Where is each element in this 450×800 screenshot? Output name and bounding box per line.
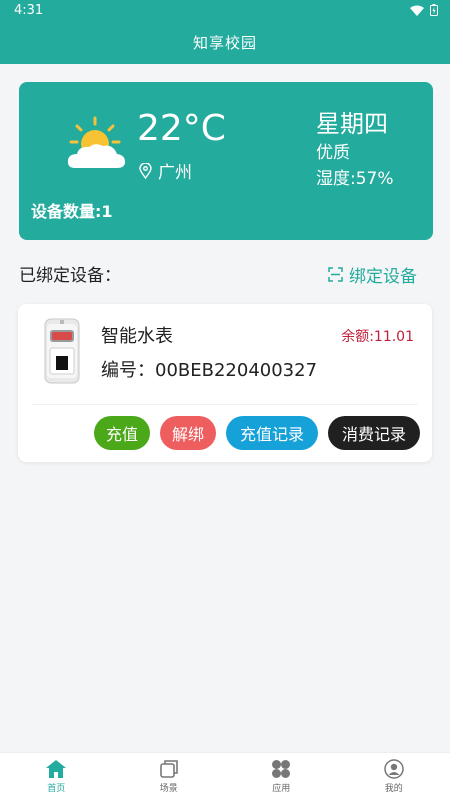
app-title: 知享校园 xyxy=(192,34,257,52)
tab-profile[interactable]: 我的 xyxy=(338,753,450,800)
device-card[interactable]: 智能水表 余额:11.01 编号：00BEB220400327 充值 解绑 充值… xyxy=(18,304,432,462)
bottom-tab-bar: 首页 场景 应用 我的 xyxy=(0,752,450,800)
consume-record-button[interactable]: 消费记录 xyxy=(328,416,420,450)
recharge-record-button[interactable]: 充值记录 xyxy=(226,416,318,450)
tab-apps-label: 应用 xyxy=(272,784,291,794)
recharge-button[interactable]: 充值 xyxy=(94,416,150,450)
device-serial: 编号：00BEB220400327 xyxy=(101,360,318,381)
temperature: 22°C xyxy=(137,108,226,149)
home-icon xyxy=(46,760,67,778)
location-label: 广州 xyxy=(158,163,192,183)
bind-device-button[interactable]: 绑定设备 xyxy=(328,262,417,287)
apps-icon xyxy=(272,760,291,778)
location-pin-icon xyxy=(139,162,152,179)
tab-scene[interactable]: 场景 xyxy=(113,753,226,800)
sun-cloud-icon xyxy=(67,116,125,168)
tab-home[interactable]: 首页 xyxy=(0,753,113,800)
bound-devices-title: 已绑定设备： xyxy=(19,266,121,286)
tab-apps[interactable]: 应用 xyxy=(225,753,338,800)
device-name: 智能水表 xyxy=(101,326,173,347)
device-actions: 充值 解绑 充值记录 消费记录 xyxy=(94,416,420,450)
tab-scene-label: 场景 xyxy=(159,784,178,794)
bind-device-label: 绑定设备 xyxy=(349,267,417,287)
top-bar: 4:31 知享校园 xyxy=(0,0,450,64)
status-time: 4:31 xyxy=(14,3,44,18)
unbind-button[interactable]: 解绑 xyxy=(160,416,216,450)
scan-icon xyxy=(328,267,343,282)
wifi-icon xyxy=(410,5,424,16)
device-count: 设备数量:1 xyxy=(31,202,113,221)
water-meter-icon xyxy=(44,318,80,384)
status-icons xyxy=(410,4,438,16)
battery-icon xyxy=(430,4,438,16)
humidity: 湿度:57% xyxy=(316,169,394,189)
air-quality: 优质 xyxy=(316,143,350,163)
scene-icon xyxy=(159,760,178,778)
tab-home-label: 首页 xyxy=(47,784,66,794)
profile-icon xyxy=(384,759,404,779)
device-balance: 余额:11.01 xyxy=(341,329,414,345)
weekday: 星期四 xyxy=(316,110,388,138)
weather-card: 22°C 广州 星期四 优质 湿度:57% 设备数量:1 xyxy=(19,82,433,240)
location: 广州 xyxy=(139,158,192,183)
card-divider xyxy=(32,404,418,405)
tab-profile-label: 我的 xyxy=(384,784,403,794)
